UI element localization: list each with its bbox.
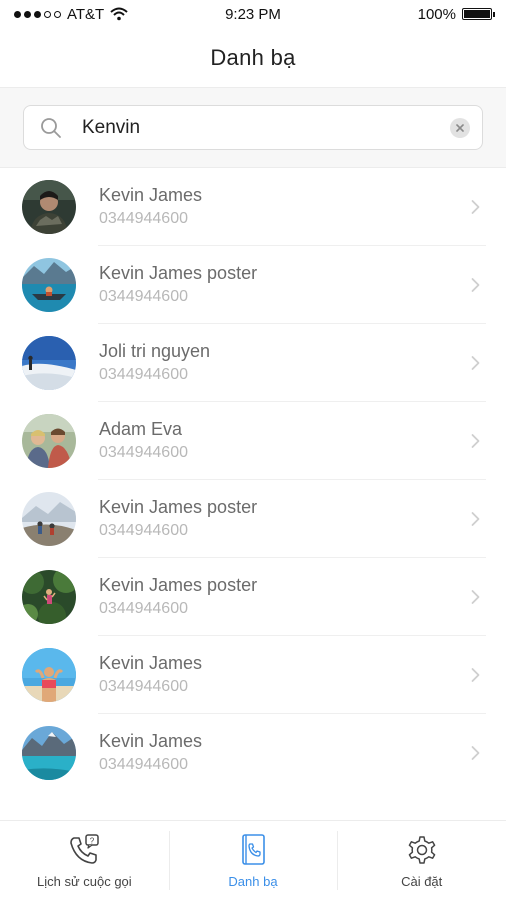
- contact-info: Kevin James poster 0344944600: [99, 496, 506, 542]
- contact-phone: 0344944600: [99, 288, 188, 305]
- search-box[interactable]: [23, 105, 483, 150]
- contact-phone: 0344944600: [99, 210, 188, 227]
- close-icon: [456, 123, 464, 132]
- contacts-screen: AT&T 9:23 PM 100% Danh bạ Kenvin Kevin J…: [0, 0, 506, 900]
- contact-row[interactable]: Kevin James 0344944600: [0, 636, 506, 714]
- nav-header: Danh bạ: [0, 28, 506, 88]
- tab-label: Cài đặt: [401, 874, 443, 889]
- tab-contacts[interactable]: Danh bạ: [168, 821, 338, 900]
- chevron-right-icon: [471, 590, 480, 604]
- tab-call-history[interactable]: ? Lịch sử cuộc gọi: [0, 821, 169, 900]
- status-right: 100%: [417, 5, 495, 23]
- contact-row[interactable]: Kevin James 0344944600: [0, 714, 506, 792]
- call-history-icon: ?: [70, 834, 100, 864]
- chevron-right-icon: [471, 512, 480, 526]
- carrier-label: AT&T: [67, 5, 105, 23]
- avatar: [22, 258, 76, 312]
- avatar: [22, 180, 76, 234]
- search-input[interactable]: [82, 116, 450, 139]
- wifi-icon: [110, 7, 128, 21]
- gear-icon: [408, 836, 436, 864]
- contact-name: Kevin James poster: [99, 263, 258, 283]
- contact-list: Kevin James 0344944600 Kevin James poste…: [0, 168, 506, 792]
- search-icon: [40, 117, 62, 139]
- contact-row[interactable]: Adam Eva 0344944600: [0, 402, 506, 480]
- search-area: [0, 88, 506, 168]
- page-title: Danh bạ: [210, 44, 296, 70]
- contact-name: Kevin James poster: [99, 575, 258, 595]
- avatar: [22, 648, 76, 702]
- contact-row[interactable]: Kevin James poster 0344944600: [0, 558, 506, 636]
- avatar: [22, 414, 76, 468]
- contact-info: Kevin James 0344944600: [99, 730, 506, 776]
- battery-icon: [462, 8, 495, 20]
- contact-name: Kevin James: [99, 185, 203, 205]
- contact-phone: 0344944600: [99, 366, 188, 383]
- contact-info: Kevin James 0344944600: [99, 184, 506, 230]
- avatar: [22, 726, 76, 780]
- clear-search-button[interactable]: [450, 117, 470, 138]
- contact-name: Kevin James poster: [99, 497, 258, 517]
- contact-row[interactable]: Kevin James poster 0344944600: [0, 480, 506, 558]
- contacts-book-icon: [242, 834, 265, 865]
- contact-info: Joli tri nguyen 0344944600: [99, 340, 506, 386]
- chevron-right-icon: [471, 200, 480, 214]
- contact-name: Kevin James: [99, 653, 203, 673]
- contact-info: Kevin James poster 0344944600: [99, 262, 506, 308]
- status-left: AT&T: [14, 6, 128, 23]
- chevron-right-icon: [471, 434, 480, 448]
- contact-phone: 0344944600: [99, 600, 188, 617]
- avatar: [22, 570, 76, 624]
- contact-phone: 0344944600: [99, 756, 188, 773]
- tab-label: Danh bạ: [228, 874, 278, 889]
- contact-name: Kevin James: [99, 731, 203, 751]
- avatar: [22, 492, 76, 546]
- chevron-right-icon: [471, 746, 480, 760]
- contact-name: Adam Eva: [99, 419, 183, 439]
- avatar: [22, 336, 76, 390]
- contact-phone: 0344944600: [99, 678, 188, 695]
- battery-percent: 100%: [417, 5, 456, 23]
- tab-bar: ? Lịch sử cuộc gọi Danh bạ Cài đặt: [0, 820, 506, 900]
- tab-label: Lịch sử cuộc gọi: [36, 874, 132, 889]
- contact-phone: 0344944600: [99, 522, 188, 539]
- contact-info: Kevin James poster 0344944600: [99, 574, 506, 620]
- contact-phone: 0344944600: [99, 444, 188, 461]
- svg-text:?: ?: [90, 837, 95, 846]
- signal-strength-icon: [14, 10, 61, 18]
- chevron-right-icon: [471, 668, 480, 682]
- chevron-right-icon: [471, 356, 480, 370]
- contact-name: Joli tri nguyen: [99, 341, 211, 361]
- status-bar: AT&T 9:23 PM 100%: [0, 0, 506, 28]
- chevron-right-icon: [471, 278, 480, 292]
- contact-info: Kevin James 0344944600: [99, 652, 506, 698]
- contact-row[interactable]: Kevin James 0344944600: [0, 168, 506, 246]
- tab-settings[interactable]: Cài đặt: [337, 821, 506, 900]
- contact-row[interactable]: Kevin James poster 0344944600: [0, 246, 506, 324]
- contact-row[interactable]: Joli tri nguyen 0344944600: [0, 324, 506, 402]
- contact-info: Adam Eva 0344944600: [99, 418, 506, 464]
